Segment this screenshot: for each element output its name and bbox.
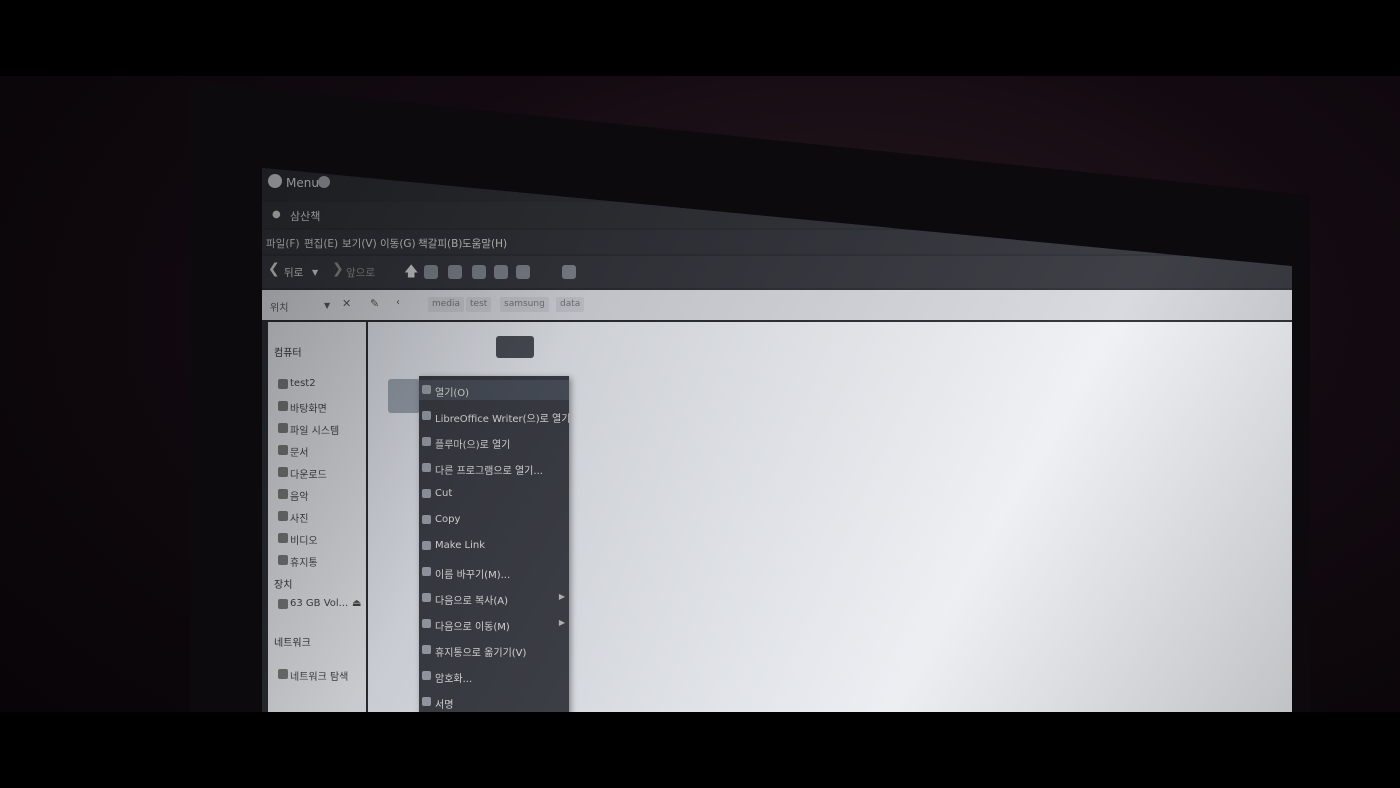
location-label: 위치 <box>270 303 289 314</box>
sign-icon <box>422 697 431 706</box>
sidebar: 컴퓨터 test2 바탕화면 파일 시스템 문서 다운로드 음악 사진 비디오 … <box>268 322 366 713</box>
submenu-arrow-icon: ▶ <box>558 618 565 627</box>
sidebar-header-devices: 장치 <box>274 580 293 591</box>
desktop-icon <box>278 401 288 411</box>
context-menu-item-move-to-trash[interactable]: 휴지통으로 옮기기(V) <box>419 640 569 660</box>
home-icon[interactable] <box>424 265 438 279</box>
sidebar-header-network: 네트워크 <box>274 638 311 649</box>
reload-icon[interactable] <box>448 265 462 279</box>
context-menu-label: 다른 프로그램으로 열기... <box>435 466 543 477</box>
menu-view[interactable]: 보기(V) <box>342 236 377 251</box>
mint-menu-icon[interactable] <box>268 174 282 188</box>
menu-button[interactable]: Menu <box>286 176 319 190</box>
copy-to-icon <box>422 593 431 602</box>
file-icon[interactable] <box>388 379 420 413</box>
back-dropdown-icon[interactable]: ▼ <box>312 268 318 277</box>
context-menu-label: Make Link <box>435 540 485 551</box>
context-menu-label: 플루마(으)로 열기 <box>435 440 511 451</box>
letterbox-bottom <box>0 712 1400 788</box>
folder-icon[interactable] <box>494 265 508 279</box>
crumb-data[interactable]: data <box>556 297 585 312</box>
usb-drive-icon <box>278 599 288 609</box>
context-menu-label: 열기(O) <box>435 388 470 399</box>
music-icon <box>278 489 288 499</box>
back-arrow-icon[interactable]: ❮ <box>268 261 280 277</box>
drive-icon <box>278 423 288 433</box>
videos-icon <box>278 533 288 543</box>
open-with-other-icon <box>422 463 431 472</box>
context-menu-label: LibreOffice Writer(으)로 열기 <box>435 414 571 425</box>
open-icon <box>422 385 431 394</box>
context-menu-label: Copy <box>435 514 461 525</box>
context-menu: 열기(O) LibreOffice Writer(으)로 열기플루마(으)로 열기… <box>419 376 571 713</box>
context-menu-item-open-pluma[interactable]: 플루마(으)로 열기 <box>419 432 569 452</box>
context-menu-label: 이름 바꾸기(M)... <box>435 570 511 581</box>
documents-icon <box>278 445 288 455</box>
crumb-samsung[interactable]: samsung <box>500 297 549 312</box>
context-menu-label: 서명 <box>435 700 454 711</box>
copy-icon <box>422 515 431 524</box>
crumb-test[interactable]: test <box>466 297 492 312</box>
menu-go[interactable]: 이동(G) <box>380 236 416 251</box>
open-pluma-icon <box>422 437 431 446</box>
open-libreoffice-icon <box>422 411 431 420</box>
rename-icon <box>422 567 431 576</box>
context-menu-item-encrypt[interactable]: 암호화... <box>419 666 569 686</box>
trash-icon[interactable] <box>516 265 530 279</box>
pictures-icon <box>278 511 288 521</box>
forward-arrow-icon[interactable]: ❯ <box>332 261 344 277</box>
context-menu-item-open[interactable]: 열기(O) <box>419 380 569 400</box>
network-icon[interactable] <box>562 265 576 279</box>
file-thumbnail[interactable] <box>496 336 534 358</box>
context-menu-item-open-with-other[interactable]: 다른 프로그램으로 열기... <box>419 458 569 478</box>
location-dropdown-icon[interactable]: ▼ <box>324 301 330 310</box>
move-to-trash-icon <box>422 645 431 654</box>
make-link-icon <box>422 541 431 550</box>
up-arrow-icon[interactable]: 🡅 <box>404 261 418 285</box>
letterbox-top <box>0 0 1400 76</box>
encrypt-icon <box>422 671 431 680</box>
close-icon[interactable]: ✕ <box>342 297 351 310</box>
context-menu-item-open-libreoffice[interactable]: LibreOffice Writer(으)로 열기 <box>419 406 571 426</box>
home-folder-icon <box>278 379 288 389</box>
menu-help[interactable]: 도움말(H) <box>462 236 507 251</box>
context-menu-item-copy[interactable]: Copy <box>419 510 569 530</box>
menu-file[interactable]: 파일(F) <box>266 236 300 251</box>
move-to-icon <box>422 619 431 628</box>
location-bar: 위치 ▼ ✕ ✎ ‹ media test samsung data <box>262 290 1292 320</box>
crumb-media[interactable]: media <box>428 297 465 312</box>
context-menu-item-sign[interactable]: 서명 <box>419 692 569 712</box>
context-menu-label: 암호화... <box>435 674 473 685</box>
firefox-icon[interactable] <box>318 176 330 188</box>
context-menu-label: 다음으로 이동(M) <box>435 622 510 633</box>
pin-icon: ● <box>272 209 281 220</box>
eject-icon[interactable]: ⏏ <box>352 598 361 609</box>
context-menu-item-make-link[interactable]: Make Link <box>419 536 569 556</box>
sidebar-header-computer: 컴퓨터 <box>274 348 302 359</box>
context-menu-item-rename[interactable]: 이름 바꾸기(M)... <box>419 562 569 582</box>
context-menu-label: 다음으로 복사(A) <box>435 596 509 607</box>
back-button[interactable]: 뒤로 <box>284 265 303 280</box>
menu-edit[interactable]: 편집(E) <box>304 236 338 251</box>
context-menu-item-move-to[interactable]: 다음으로 이동(M) ▶ <box>419 614 569 634</box>
trash-icon <box>278 555 288 565</box>
submenu-arrow-icon: ▶ <box>558 592 565 601</box>
context-menu-label: 휴지통으로 옮기기(V) <box>435 648 527 659</box>
forward-button[interactable]: 앞으로 <box>346 265 375 280</box>
crumb-prev-icon[interactable]: ‹ <box>396 297 400 308</box>
cut-icon <box>422 489 431 498</box>
downloads-icon <box>278 467 288 477</box>
window-title: 삼산책 <box>290 210 321 223</box>
menu-bookmarks[interactable]: 책갈피(B) <box>418 236 462 251</box>
edit-pencil-icon[interactable]: ✎ <box>370 297 379 310</box>
context-menu-label: Cut <box>435 488 453 499</box>
network-icon <box>278 669 288 679</box>
context-menu-item-cut[interactable]: Cut <box>419 484 569 504</box>
context-menu-item-copy-to[interactable]: 다음으로 복사(A) ▶ <box>419 588 569 608</box>
computer-icon[interactable] <box>472 265 486 279</box>
toolbar: ❮ 뒤로 ▼ ❯ 앞으로 🡅 <box>262 256 1292 288</box>
